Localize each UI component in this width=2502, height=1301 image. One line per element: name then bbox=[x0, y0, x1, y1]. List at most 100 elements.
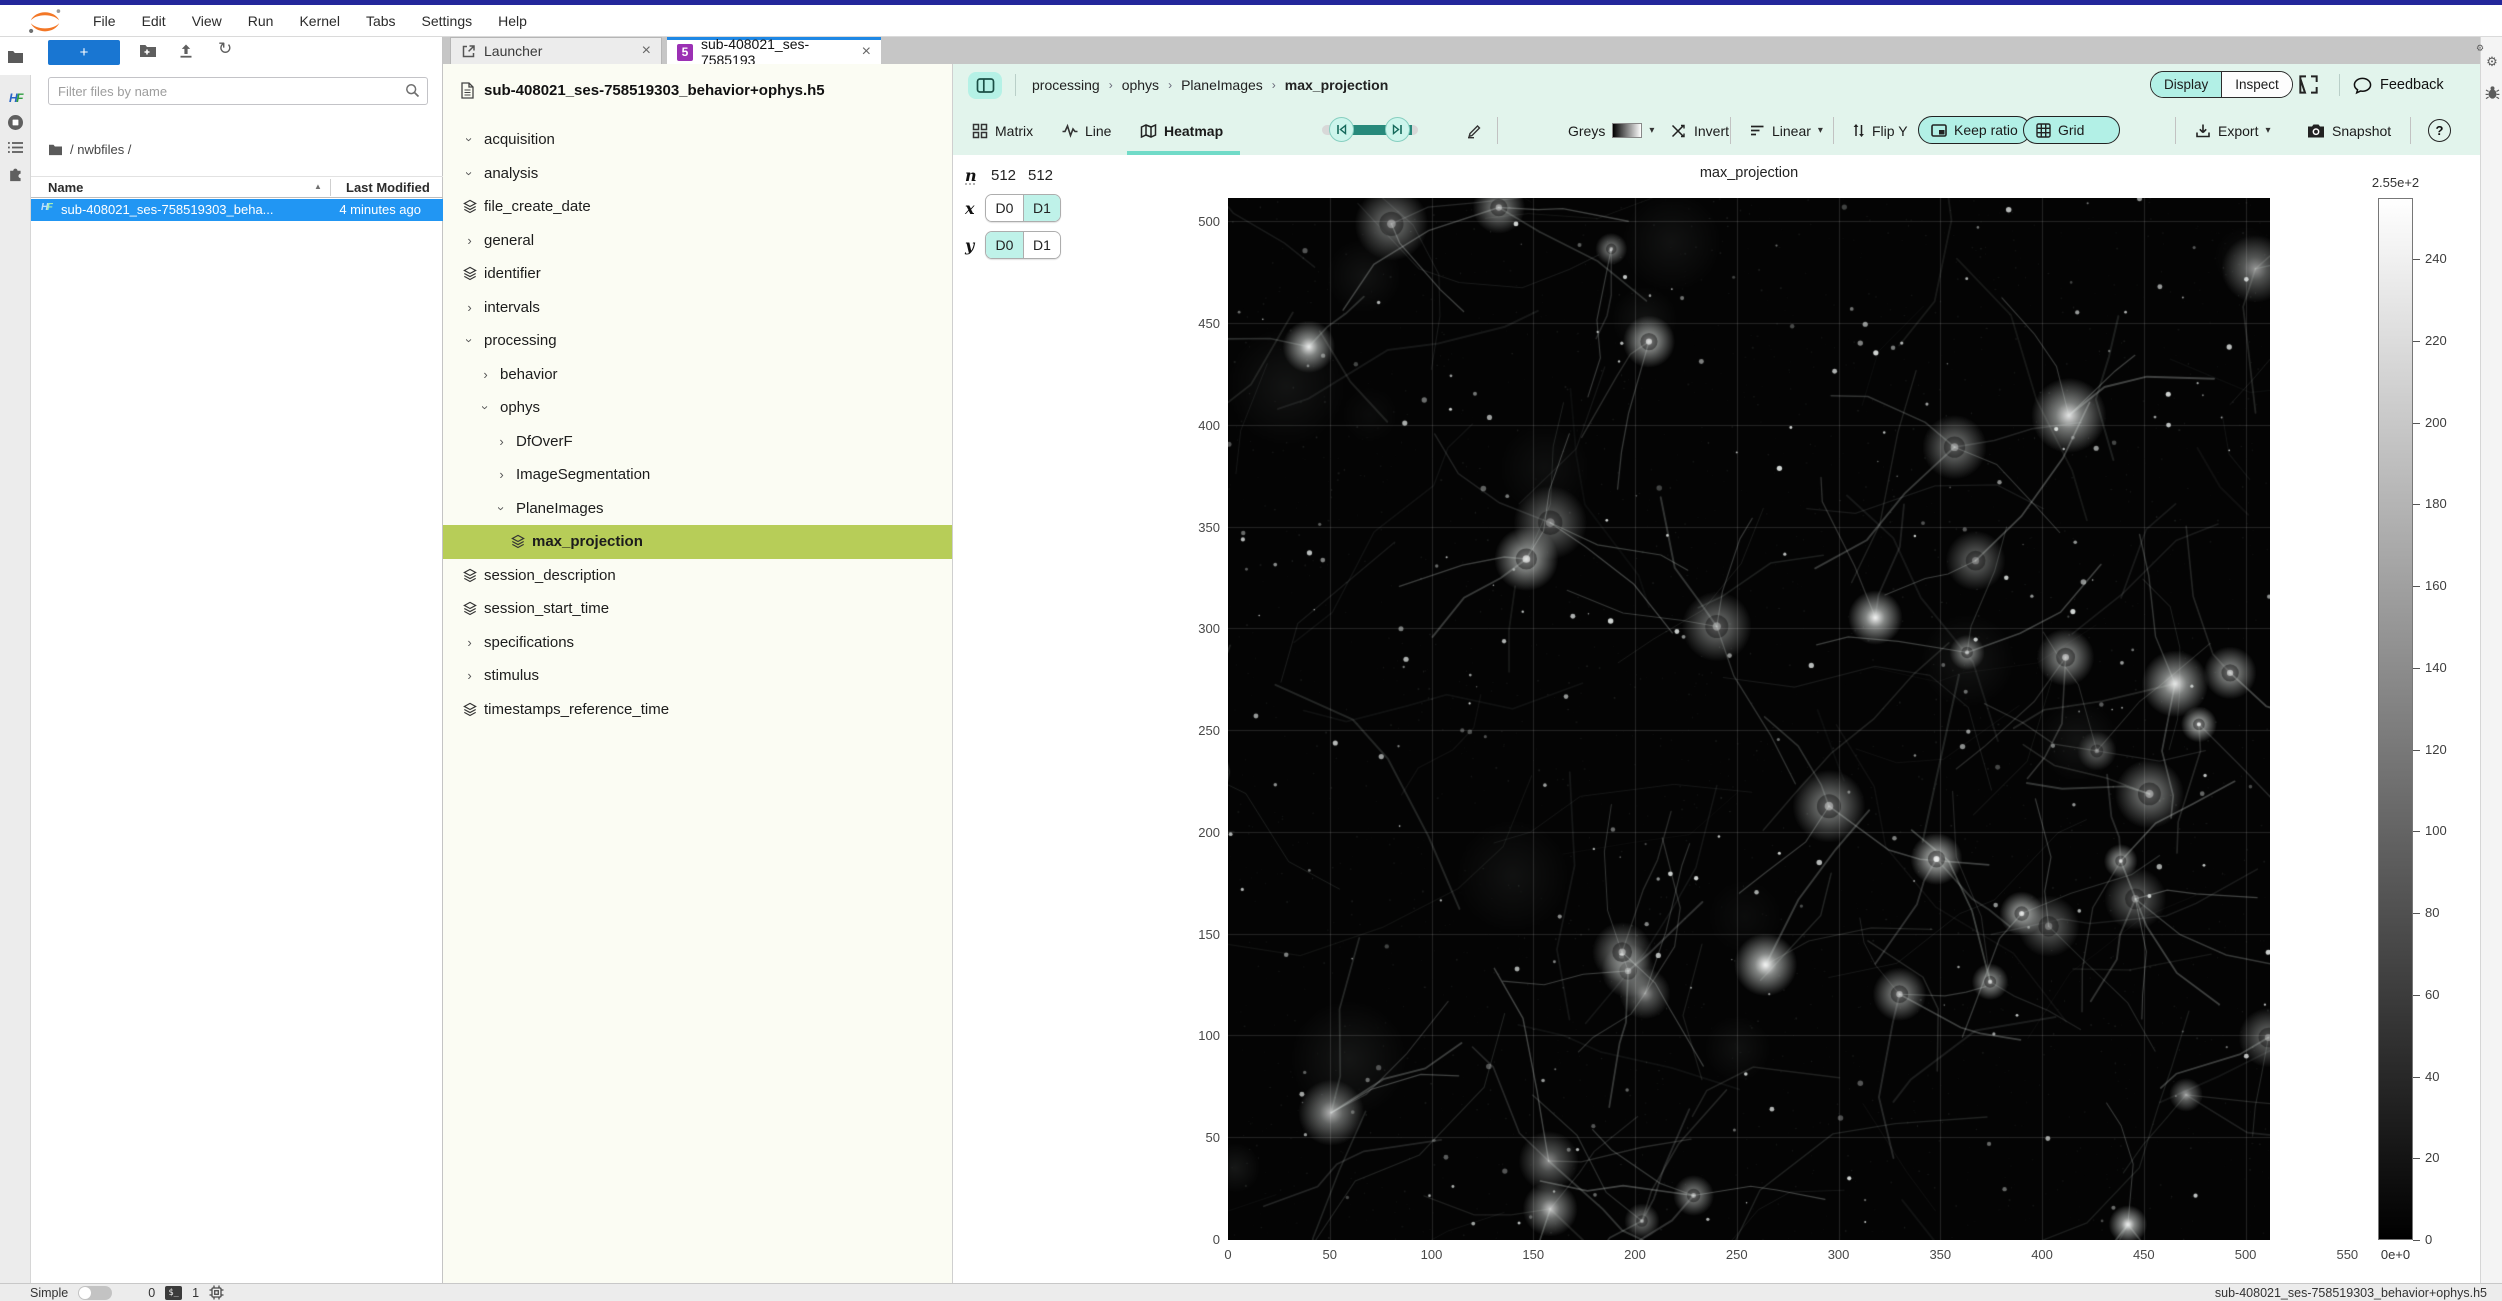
upload-button[interactable] bbox=[178, 43, 194, 59]
x-dim-d1[interactable]: D1 bbox=[1023, 195, 1060, 221]
new-folder-icon bbox=[139, 43, 157, 58]
column-name[interactable]: Name bbox=[48, 180, 83, 195]
min-handle-icon bbox=[1336, 124, 1347, 135]
menu-item-file[interactable]: File bbox=[80, 13, 129, 29]
tab-bar: Launcher × 5 sub-408021_ses-7585193 × bbox=[443, 37, 2480, 64]
terminal-icon[interactable]: $_ bbox=[165, 1286, 182, 1300]
menu-item-view[interactable]: View bbox=[179, 13, 235, 29]
vis-tab-line[interactable]: Line bbox=[1062, 106, 1111, 155]
sidebar-item-hdf5[interactable]: HF bbox=[0, 91, 31, 105]
tree-item-label: session_start_time bbox=[484, 600, 609, 617]
divider bbox=[1730, 117, 1731, 144]
menu-item-help[interactable]: Help bbox=[485, 13, 540, 29]
chevron-expanded-icon: › bbox=[462, 133, 477, 146]
sidebar-item-extensions[interactable] bbox=[0, 164, 31, 182]
x-dim-d0[interactable]: D0 bbox=[986, 195, 1023, 221]
feedback-button[interactable]: Feedback bbox=[2353, 64, 2444, 106]
tab-h5-file[interactable]: 5 sub-408021_ses-7585193 × bbox=[667, 37, 881, 64]
chevron-down-icon: ▾ bbox=[2265, 125, 2270, 136]
file-row-selected[interactable]: HF sub-408021_ses-758519303_beha... 4 mi… bbox=[31, 199, 443, 221]
new-folder-button[interactable] bbox=[139, 43, 157, 58]
breadcrumb[interactable]: / nwbfiles / bbox=[48, 142, 131, 157]
close-icon[interactable]: × bbox=[862, 43, 871, 61]
tree-item-timestamps_reference_time[interactable]: timestamps_reference_time bbox=[443, 693, 952, 727]
sidebar-item-running[interactable] bbox=[0, 114, 31, 131]
fullscreen-button[interactable] bbox=[2298, 74, 2319, 95]
hdf5-file-icon: 5 bbox=[677, 44, 693, 61]
crumb-PlaneImages[interactable]: PlaneImages bbox=[1181, 77, 1263, 93]
tree-item-file_create_date[interactable]: file_create_date bbox=[443, 190, 952, 224]
crumb-ophys[interactable]: ophys bbox=[1122, 77, 1159, 93]
left-activity-bar: HF bbox=[0, 37, 31, 1283]
crumb-processing[interactable]: processing bbox=[1032, 77, 1100, 93]
flip-y-button[interactable]: Flip Y bbox=[1852, 106, 1908, 155]
edit-domain-button[interactable] bbox=[1466, 106, 1483, 155]
colorbar[interactable] bbox=[2378, 198, 2413, 1240]
new-launcher-button[interactable]: + bbox=[48, 40, 120, 65]
invert-colormap-button[interactable]: Invert bbox=[1671, 106, 1729, 155]
y-tick-label: 400 bbox=[1172, 418, 1220, 433]
chevron-collapsed-icon: › bbox=[495, 434, 508, 449]
tree-item-stimulus[interactable]: ›stimulus bbox=[443, 659, 952, 693]
help-button[interactable]: ? bbox=[2428, 119, 2451, 142]
tree-item-intervals[interactable]: ›intervals bbox=[443, 291, 952, 325]
h5-file-title[interactable]: sub-408021_ses-758519303_behavior+ophys.… bbox=[443, 75, 952, 105]
kernel-chip-icon[interactable] bbox=[209, 1285, 224, 1300]
snapshot-label: Snapshot bbox=[2332, 123, 2391, 139]
vis-tab-heatmap[interactable]: Heatmap bbox=[1140, 106, 1223, 155]
divider bbox=[1497, 117, 1498, 144]
display-mode-button[interactable]: Display bbox=[2151, 72, 2222, 97]
tree-item-ImageSegmentation[interactable]: ›ImageSegmentation bbox=[443, 458, 952, 492]
tree-item-session_start_time[interactable]: session_start_time bbox=[443, 592, 952, 626]
sidebar-item-debugger[interactable] bbox=[2481, 77, 2502, 107]
file-filter-input[interactable] bbox=[58, 79, 398, 103]
tree-item-general[interactable]: ›general bbox=[443, 224, 952, 258]
keep-ratio-toggle[interactable]: Keep ratio bbox=[1918, 116, 2031, 144]
y-dim-d1[interactable]: D1 bbox=[1023, 232, 1060, 258]
sort-asc-icon[interactable]: ▲ bbox=[314, 182, 322, 191]
n-label: n bbox=[965, 166, 985, 185]
sidebar-item-property-inspector[interactable]: ⚙⚙ bbox=[2481, 47, 2502, 77]
folder-icon bbox=[7, 49, 24, 64]
colormap-selector[interactable]: Greys ▾ bbox=[1568, 106, 1654, 155]
menu-item-run[interactable]: Run bbox=[235, 13, 287, 29]
tree-item-acquisition[interactable]: ›acquisition bbox=[443, 123, 952, 157]
menu-item-settings[interactable]: Settings bbox=[409, 13, 486, 29]
divider bbox=[1015, 74, 1016, 96]
domain-min-handle[interactable] bbox=[1329, 117, 1354, 142]
menu-item-kernel[interactable]: Kernel bbox=[286, 13, 352, 29]
domain-max-handle[interactable] bbox=[1385, 117, 1410, 142]
tree-item-session_description[interactable]: session_description bbox=[443, 559, 952, 593]
menu-item-edit[interactable]: Edit bbox=[129, 13, 179, 29]
tree-item-max_projection[interactable]: max_projection bbox=[443, 525, 952, 559]
tab-launcher[interactable]: Launcher × bbox=[450, 37, 662, 64]
grid-toggle[interactable]: Grid bbox=[2023, 116, 2120, 144]
refresh-button[interactable]: ↻ bbox=[218, 39, 232, 59]
sidebar-item-file-browser[interactable] bbox=[0, 37, 31, 75]
menu-item-tabs[interactable]: Tabs bbox=[353, 13, 409, 29]
tree-item-behavior[interactable]: ›behavior bbox=[443, 358, 952, 392]
simple-mode-toggle[interactable] bbox=[78, 1286, 112, 1300]
tree-item-ophys[interactable]: ›ophys bbox=[443, 391, 952, 425]
y-dim-d0[interactable]: D0 bbox=[986, 232, 1023, 258]
export-menu[interactable]: Export ▾ bbox=[2195, 106, 2271, 155]
tree-item-identifier[interactable]: identifier bbox=[443, 257, 952, 291]
domain-slider[interactable] bbox=[1322, 117, 1418, 143]
tree-item-processing[interactable]: ›processing bbox=[443, 324, 952, 358]
tree-item-specifications[interactable]: ›specifications bbox=[443, 626, 952, 660]
vis-tab-matrix[interactable]: Matrix bbox=[972, 106, 1033, 155]
snapshot-button[interactable]: Snapshot bbox=[2307, 106, 2391, 155]
nwb-file-icon: HF bbox=[41, 202, 51, 213]
crumb-max_projection[interactable]: max_projection bbox=[1285, 77, 1388, 93]
tree-item-PlaneImages[interactable]: ›PlaneImages bbox=[443, 492, 952, 526]
close-icon[interactable]: × bbox=[642, 42, 651, 60]
tree-item-analysis[interactable]: ›analysis bbox=[443, 157, 952, 191]
sidebar-item-toc[interactable] bbox=[0, 140, 31, 155]
toggle-explorer-button[interactable] bbox=[968, 72, 1002, 99]
tree-item-DfOverF[interactable]: ›DfOverF bbox=[443, 425, 952, 459]
inspect-mode-button[interactable]: Inspect bbox=[2222, 72, 2292, 97]
scale-selector[interactable]: Linear ▾ bbox=[1750, 106, 1823, 155]
column-last-modified[interactable]: Last Modified bbox=[346, 180, 430, 195]
heatmap-image[interactable] bbox=[1228, 198, 2270, 1240]
colorbar-tick-mark bbox=[2413, 586, 2420, 587]
